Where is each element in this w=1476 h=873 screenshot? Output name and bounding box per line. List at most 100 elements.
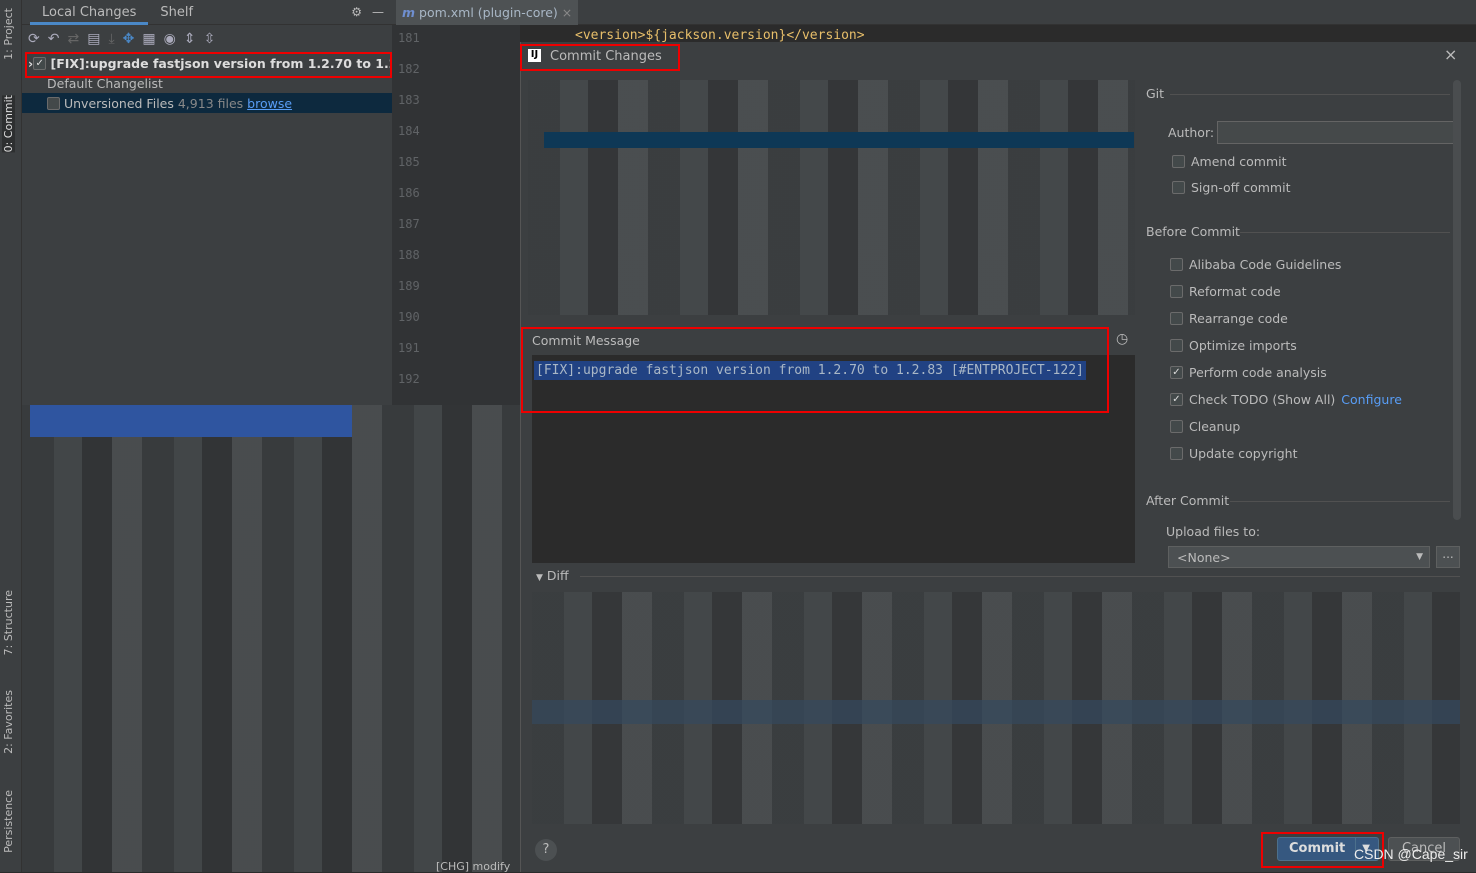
checkbox[interactable] bbox=[1170, 258, 1183, 271]
line-number: 183 bbox=[398, 93, 420, 107]
before-commit-option[interactable]: ✓ Check TODO (Show All) Configure bbox=[1170, 392, 1402, 407]
rollback-icon[interactable]: ↶ bbox=[48, 31, 60, 47]
before-commit-option[interactable]: Rearrange code bbox=[1170, 311, 1288, 326]
line-number: 182 bbox=[398, 62, 420, 76]
unversioned-checkbox[interactable] bbox=[47, 96, 60, 110]
changes-tree-pixelated[interactable] bbox=[528, 80, 1135, 315]
diff-icon[interactable]: ⇄ bbox=[67, 31, 79, 47]
more-button[interactable]: ... bbox=[1436, 546, 1460, 568]
author-input[interactable] bbox=[1217, 121, 1457, 144]
option-label: Update copyright bbox=[1189, 446, 1298, 461]
tab-favorites[interactable]: 2: Favorites bbox=[2, 690, 15, 754]
after-commit-title: After Commit bbox=[1146, 493, 1230, 508]
tab-structure[interactable]: 7: Structure bbox=[2, 590, 15, 655]
minimize-icon[interactable]: — bbox=[372, 5, 384, 19]
line-number: 189 bbox=[398, 279, 420, 293]
chevron-down-icon: ▼ bbox=[536, 573, 543, 583]
author-label: Author: bbox=[1168, 125, 1215, 140]
tab-label: 2: Favorites bbox=[2, 690, 15, 754]
checkbox[interactable] bbox=[1172, 155, 1185, 168]
group-icon[interactable]: ▦ bbox=[142, 31, 155, 47]
tab-local-changes[interactable]: Local Changes bbox=[30, 0, 149, 25]
before-commit-title: Before Commit bbox=[1146, 224, 1240, 239]
collapse-all-icon[interactable]: ⇳ bbox=[204, 31, 216, 47]
eye-icon[interactable]: ◉ bbox=[164, 31, 176, 47]
line-number: 188 bbox=[398, 248, 420, 262]
scrollbar[interactable] bbox=[1453, 80, 1461, 520]
tab-label: pom.xml (plugin-core) bbox=[419, 5, 558, 20]
tab-commit[interactable]: 0: Commit bbox=[2, 95, 15, 153]
before-commit-option[interactable]: Update copyright bbox=[1170, 446, 1297, 461]
line-number: 186 bbox=[398, 186, 420, 200]
signoff-commit-option[interactable]: Sign-off commit bbox=[1172, 180, 1291, 195]
before-commit-option[interactable]: ✓ Perform code analysis bbox=[1170, 365, 1327, 380]
tab-label: Persistence bbox=[2, 790, 15, 853]
option-label: Rearrange code bbox=[1189, 311, 1288, 326]
checkbox[interactable]: ✓ bbox=[1170, 366, 1183, 379]
before-commit-option[interactable]: Optimize imports bbox=[1170, 338, 1297, 353]
refresh-icon[interactable]: ⟳ bbox=[28, 31, 40, 47]
line-number: 190 bbox=[398, 310, 420, 324]
git-section-title: Git bbox=[1146, 86, 1165, 101]
pixelated-selection bbox=[30, 405, 352, 437]
tab-persistence[interactable]: Persistence bbox=[2, 790, 15, 853]
option-label: Check TODO (Show All) bbox=[1189, 392, 1336, 407]
checkbox[interactable] bbox=[1172, 181, 1185, 194]
chevron-down-icon: ▼ bbox=[1416, 552, 1423, 562]
close-icon[interactable]: × bbox=[1444, 45, 1457, 64]
commit-message-icon[interactable]: ▤ bbox=[87, 31, 100, 47]
amend-commit-option[interactable]: Amend commit bbox=[1172, 154, 1287, 169]
changelist-icon[interactable]: ✥ bbox=[123, 31, 135, 47]
line-number: 181 bbox=[398, 31, 420, 45]
editor-tabs: m pom.xml (plugin-core) × bbox=[392, 0, 1476, 25]
before-commit-option[interactable]: Reformat code bbox=[1170, 284, 1281, 299]
line-number: 185 bbox=[398, 155, 420, 169]
checkbox[interactable] bbox=[1170, 447, 1183, 460]
tab-label: 0: Commit bbox=[2, 95, 15, 153]
line-number: 192 bbox=[398, 372, 420, 386]
before-commit-option[interactable]: Alibaba Code Guidelines bbox=[1170, 257, 1341, 272]
checkbox[interactable] bbox=[1170, 285, 1183, 298]
tab-label: 1: Project bbox=[2, 8, 15, 60]
highlight-box bbox=[520, 44, 680, 71]
tool-window-stripe: 1: Project 0: Commit 7: Structure 2: Fav… bbox=[0, 0, 22, 872]
shelve-icon[interactable]: ⤓ bbox=[108, 31, 114, 47]
browse-link[interactable]: browse bbox=[247, 96, 292, 111]
option-label: Amend commit bbox=[1191, 154, 1287, 169]
diff-label: Diff bbox=[546, 568, 569, 583]
upload-select[interactable]: <None> ▼ bbox=[1168, 546, 1430, 568]
upload-label: Upload files to: bbox=[1166, 524, 1261, 539]
file-count: 4,913 files bbox=[177, 95, 244, 111]
close-icon[interactable]: × bbox=[562, 5, 572, 20]
option-label: Perform code analysis bbox=[1189, 365, 1327, 380]
before-commit-option[interactable]: Cleanup bbox=[1170, 419, 1240, 434]
pixelated-selected-row bbox=[544, 132, 1134, 148]
checkbox[interactable] bbox=[1170, 312, 1183, 325]
checkbox[interactable]: ✓ bbox=[1170, 393, 1183, 406]
tab-project[interactable]: 1: Project bbox=[2, 8, 15, 60]
expand-all-icon[interactable]: ⇕ bbox=[184, 31, 196, 47]
option-label: Cleanup bbox=[1189, 419, 1241, 434]
editor-tab-pom[interactable]: m pom.xml (plugin-core) × bbox=[396, 0, 579, 25]
status-text: [CHG] modify bbox=[436, 860, 511, 873]
line-number: 187 bbox=[398, 217, 420, 231]
tab-label: 7: Structure bbox=[2, 590, 15, 656]
help-button[interactable]: ? bbox=[535, 839, 557, 861]
unversioned-files-row[interactable]: Unversioned Files 4,913 files browse bbox=[22, 93, 392, 113]
select-value: <None> bbox=[1177, 550, 1231, 565]
history-icon[interactable]: ◷ bbox=[1116, 331, 1128, 347]
checkbox[interactable] bbox=[1170, 339, 1183, 352]
option-label: Optimize imports bbox=[1189, 338, 1297, 353]
option-label: Alibaba Code Guidelines bbox=[1189, 257, 1342, 272]
code-line: <version>${jackson.version}</version> bbox=[575, 28, 865, 43]
gear-icon[interactable]: ⚙ bbox=[351, 5, 362, 19]
option-label: Reformat code bbox=[1189, 284, 1281, 299]
diff-changed-line bbox=[532, 700, 1460, 724]
diff-toggle[interactable]: ▼ Diff bbox=[536, 568, 569, 583]
tab-shelf[interactable]: Shelf bbox=[148, 0, 205, 25]
line-number: 184 bbox=[398, 124, 420, 138]
highlight-box bbox=[25, 52, 392, 78]
configure-link[interactable]: Configure bbox=[1341, 392, 1402, 407]
checkbox[interactable] bbox=[1170, 420, 1183, 433]
editor-gutter: 181 182 183 184 185 186 187 188 189 190 191 192 bbox=[392, 25, 520, 405]
